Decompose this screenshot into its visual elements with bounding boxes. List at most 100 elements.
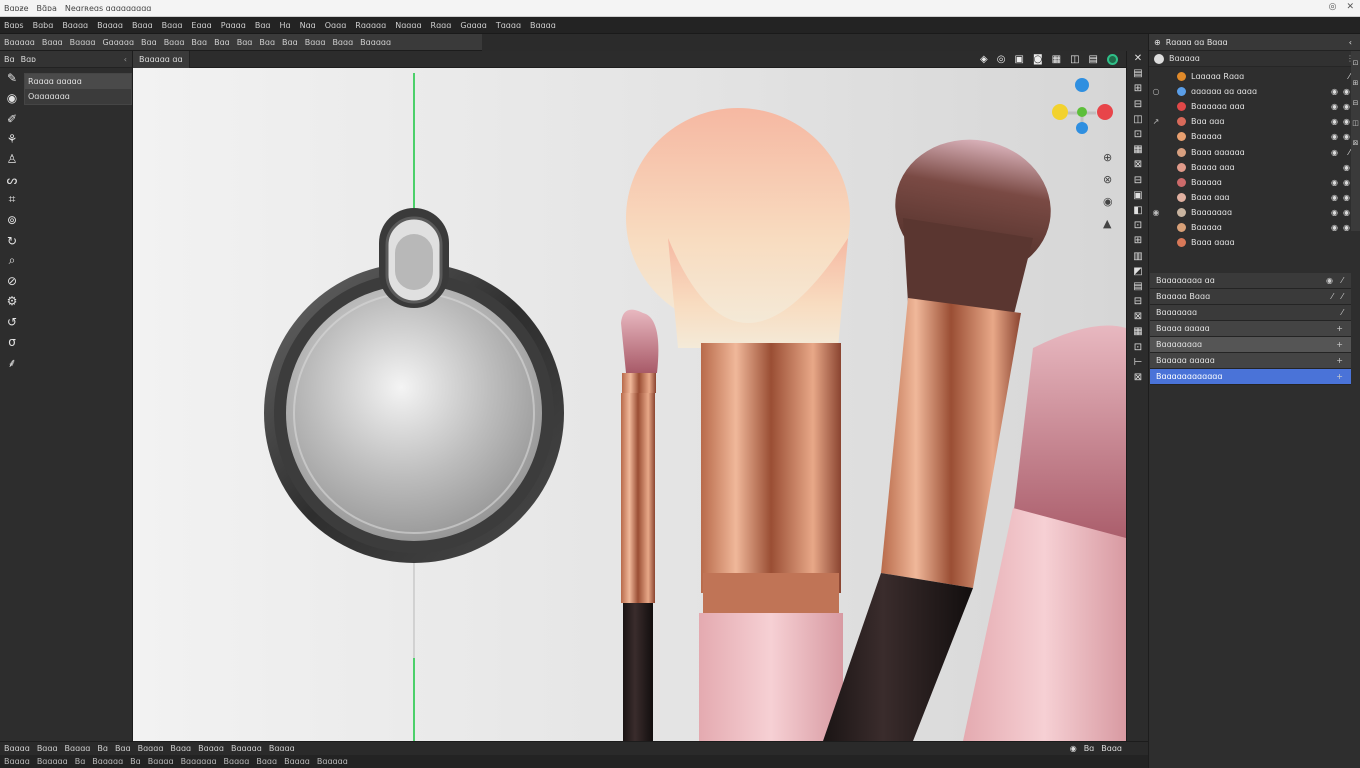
visibility-icon[interactable]: ◉ xyxy=(1331,193,1338,202)
viewport-tab[interactable]: Bɑɑɑɑɑ ɑɑ xyxy=(133,51,190,68)
toolbar-item[interactable]: Bɑɑ xyxy=(191,38,207,47)
status-right-item[interactable]: Bɑɑɑ xyxy=(1101,744,1122,753)
menu-item[interactable]: Rɑɑɑɑɑ xyxy=(355,21,386,30)
panel-tool-icon[interactable]: ⊡ xyxy=(1127,218,1149,233)
rotate-tool-icon[interactable]: ↻ xyxy=(0,230,24,250)
right-scrollbar[interactable]: ⊡ ⊞ ⊟ ◫ ⊠ xyxy=(1351,51,1360,231)
menu-item[interactable]: Bɑɑɑ xyxy=(132,21,153,30)
property-action-icon[interactable]: ⁄ xyxy=(1342,308,1343,317)
menu-item[interactable]: Bɑɑ xyxy=(255,21,271,30)
panel-tool-icon[interactable]: ⊡ xyxy=(1127,127,1149,142)
scroll-icon[interactable]: ⊡ xyxy=(1351,59,1360,71)
status-item[interactable]: Bɑ xyxy=(97,744,108,753)
property-action-icon[interactable]: ⁄ xyxy=(1342,292,1343,301)
status-item[interactable]: Bɑɑ xyxy=(115,744,131,753)
left-tab-2[interactable]: Bɑᴅ xyxy=(21,55,36,64)
property-row[interactable]: Bɑɑɑɑ ɑɑɑɑɑ + xyxy=(1150,321,1351,337)
toolbar-item[interactable]: Bɑɑɑ xyxy=(332,38,353,47)
menu-item[interactable]: Rɑɑɑ xyxy=(431,21,452,30)
property-action-icon[interactable]: + xyxy=(1336,372,1343,381)
layer-row[interactable]: Bɑɑɑɑɑ ◉ ◉ xyxy=(1149,129,1360,144)
status-item[interactable]: Bɑɑɑɑ xyxy=(4,744,30,753)
crop-tool-icon[interactable]: ⌗ xyxy=(0,190,24,210)
status-item[interactable]: Bɑɑɑɑ xyxy=(198,744,224,753)
stamp-tool-icon[interactable]: ♙ xyxy=(0,149,24,169)
panel-tool-icon[interactable]: ◧ xyxy=(1127,203,1149,218)
layer-row[interactable]: Lɑɑɑɑɑ Rɑɑɑ ⁄ xyxy=(1149,69,1360,84)
layer-row[interactable]: Bɑɑɑ ɑɑɑ ◉ ◉ xyxy=(1149,190,1360,205)
lock-icon[interactable]: ◉ xyxy=(1343,178,1350,187)
layer-twirl-icon[interactable]: ○ xyxy=(1149,87,1163,96)
status-item[interactable]: Bɑɑɑɑɑ xyxy=(231,744,262,753)
snap-icon[interactable]: ◎ xyxy=(997,54,1006,65)
lock-icon[interactable]: ◉ xyxy=(1343,223,1350,232)
lock-icon[interactable]: ◉ xyxy=(1343,132,1350,141)
panel-tool-icon[interactable]: ✕ xyxy=(1127,51,1149,66)
menu-item[interactable]: Pɑɑɑɑ xyxy=(221,21,246,30)
eraser-tool-icon[interactable]: ⊘ xyxy=(0,271,24,291)
lasso-tool-icon[interactable]: ᔕ xyxy=(0,169,24,189)
menu-item[interactable]: Nɑɑɑɑ xyxy=(395,21,421,30)
menu-item[interactable]: Oɑɑɑ xyxy=(325,21,347,30)
menu-item[interactable]: Nɑɑ xyxy=(300,21,316,30)
shading-icon[interactable]: ▦ xyxy=(1052,54,1061,65)
pan-icon[interactable]: ⊗ xyxy=(1103,173,1119,186)
search-tool-icon[interactable]: ⌕ xyxy=(0,251,24,271)
collapse-right-icon[interactable]: ‹ xyxy=(1349,38,1352,47)
pointer-icon[interactable]: ▲ xyxy=(1103,217,1119,230)
layer-row[interactable]: ○ ɑɑɑɑɑɑ ɑɑ ɑɑɑɑ ◉ ◉ xyxy=(1149,84,1360,99)
menu-item[interactable]: Tɑɑɑɑ xyxy=(496,21,521,30)
menu-item[interactable]: Bɑbɑ xyxy=(33,21,54,30)
visibility-icon[interactable]: ◉ xyxy=(1331,117,1338,126)
tool-option-item[interactable]: Rɑɑɑɑ ɑɑɑɑɑ xyxy=(25,74,131,89)
status-right-item[interactable]: ◉ xyxy=(1070,744,1077,753)
property-row[interactable]: Bɑɑɑɑɑɑɑɑ + xyxy=(1150,337,1351,353)
status-item[interactable]: Bɑɑɑɑ xyxy=(65,744,91,753)
panel-tool-icon[interactable]: ⊟ xyxy=(1127,97,1149,112)
visibility-icon[interactable]: ◉ xyxy=(1331,102,1338,111)
zoom-icon[interactable]: ⊕ xyxy=(1103,151,1119,164)
scroll-icon[interactable]: ⊞ xyxy=(1351,79,1360,91)
display-icon[interactable]: ▤ xyxy=(1089,54,1098,65)
menu-item[interactable]: Bɑɑɑɑ xyxy=(62,21,88,30)
status-item[interactable]: Bɑɑɑ xyxy=(170,744,191,753)
toolbar-item[interactable]: Bɑɑɑ xyxy=(42,38,63,47)
layer-row[interactable]: Bɑɑɑɑ ɑɑɑ ◉ xyxy=(1149,160,1360,175)
layer-row[interactable]: Bɑɑɑɑɑɑ ɑɑɑ ◉ ◉ xyxy=(1149,99,1360,114)
canvas-image[interactable] xyxy=(133,68,1126,741)
status-item[interactable]: Bɑɑɑ xyxy=(37,744,58,753)
window-menu-icon[interactable]: ◎ xyxy=(1329,2,1337,12)
curve-tool-icon[interactable]: ⸙ xyxy=(0,352,24,372)
property-action-icon[interactable]: + xyxy=(1336,356,1343,365)
property-row[interactable]: Bɑɑɑɑɑ Bɑɑɑ ⁄ ⁄ xyxy=(1150,289,1351,305)
property-row[interactable]: Bɑɑɑɑɑɑɑɑɑɑɑɑ + xyxy=(1150,369,1351,385)
lock-icon[interactable]: ⁄ xyxy=(1349,72,1350,81)
panel-tool-icon[interactable]: ▤ xyxy=(1127,66,1149,81)
record-icon[interactable]: ◉ xyxy=(1103,195,1119,208)
panel-tool-icon[interactable]: ▦ xyxy=(1127,142,1149,157)
grid-icon[interactable]: ▣ xyxy=(1014,54,1023,65)
orbit-tool-icon[interactable]: σ xyxy=(0,332,24,352)
view-icon[interactable]: ◈ xyxy=(980,54,988,65)
pencil-tool-icon[interactable]: ✐ xyxy=(0,109,24,129)
clone-stamp-icon[interactable]: ⚘ xyxy=(0,129,24,149)
visibility-icon[interactable]: ◉ xyxy=(1331,148,1338,157)
toolbar-item[interactable]: Bɑɑ xyxy=(237,38,253,47)
toolbar-item[interactable]: Bɑɑɑɑ xyxy=(70,38,96,47)
panel-tool-icon[interactable]: ⊠ xyxy=(1127,157,1149,172)
layer-row[interactable]: Bɑɑɑ ɑɑɑɑ xyxy=(1149,235,1360,250)
tool-option-item[interactable]: Oɑɑɑɑɑɑɑ xyxy=(25,89,131,104)
toolbar-item[interactable]: Bɑɑ xyxy=(214,38,230,47)
toolbar-item[interactable]: Gɑɑɑɑɑ xyxy=(102,38,134,47)
toolbar-item[interactable]: Bɑɑ xyxy=(259,38,275,47)
status-item[interactable]: Bɑɑɑɑ xyxy=(269,744,295,753)
menu-item[interactable]: Gɑɑɑɑ xyxy=(460,21,487,30)
menu-item[interactable]: Hɑ xyxy=(280,21,291,30)
property-option-icon[interactable]: ⁄ xyxy=(1332,292,1333,301)
menu-item[interactable]: Bɑɑɑ xyxy=(162,21,183,30)
property-action-icon[interactable]: + xyxy=(1336,340,1343,349)
layer-twirl-icon[interactable]: ◉ xyxy=(1149,208,1163,217)
status-indicator-icon[interactable] xyxy=(1107,53,1118,65)
panel-tool-icon[interactable]: ▤ xyxy=(1127,279,1149,294)
panel-tool-icon[interactable]: ⊢ xyxy=(1127,355,1149,370)
